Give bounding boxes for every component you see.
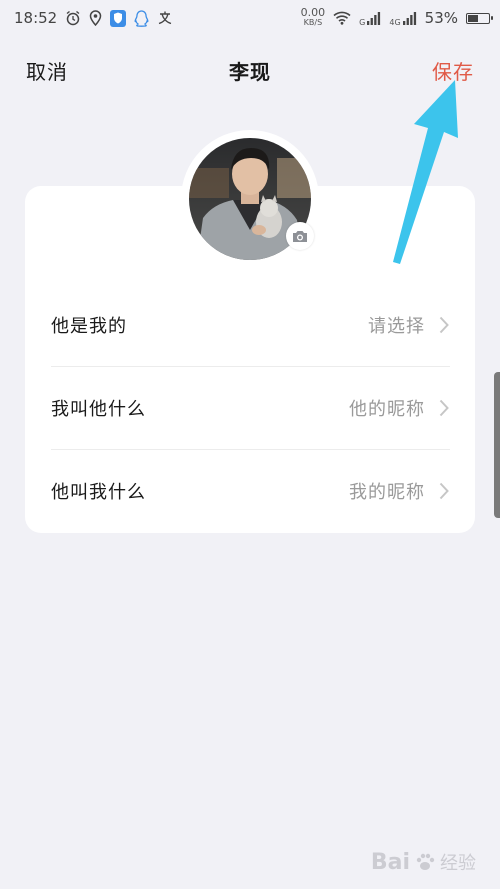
scrollbar-thumb[interactable] (494, 372, 500, 518)
list-item-my-nickname-for-him[interactable]: 我叫他什么 他的昵称 (25, 367, 475, 449)
row-value: 请选择 (368, 316, 425, 337)
row-label: 他叫我什么 (51, 482, 146, 503)
chevron-right-icon (439, 482, 449, 500)
annotation-arrow-icon (393, 80, 458, 264)
row-label: 他是我的 (51, 316, 127, 337)
chevron-right-icon (439, 399, 449, 417)
chevron-right-icon (439, 316, 449, 334)
paw-icon (416, 853, 435, 870)
watermark-text: Bai (370, 849, 410, 875)
list-item-his-nickname-for-me[interactable]: 他叫我什么 我的昵称 (25, 450, 475, 532)
row-value: 我的昵称 (349, 482, 425, 503)
watermark-sub: 经验 (440, 853, 476, 874)
watermark: Bai 经验 (371, 849, 476, 875)
row-label: 我叫他什么 (51, 399, 146, 420)
row-value: 他的昵称 (349, 399, 425, 420)
